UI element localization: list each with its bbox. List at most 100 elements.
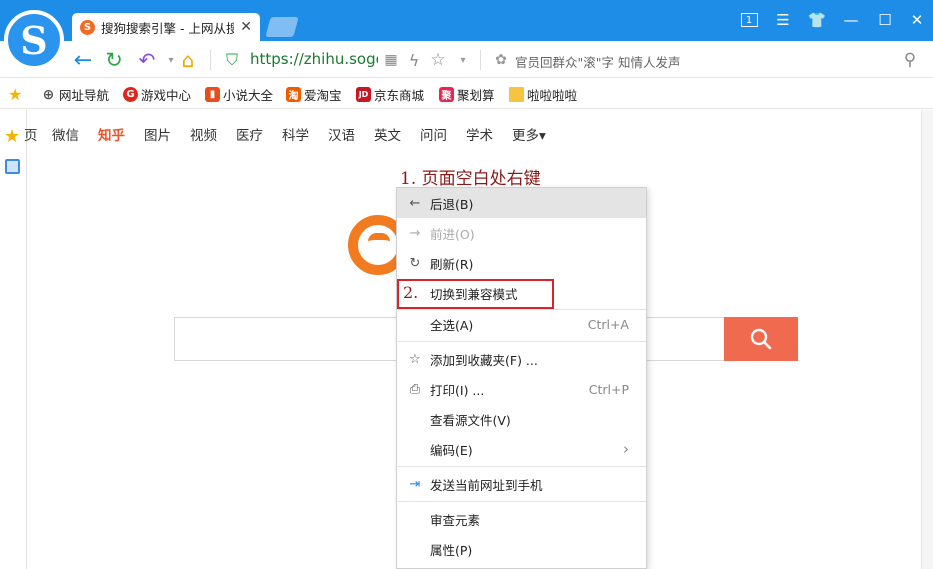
bookmark-item[interactable]: 啦啦啦啦 bbox=[509, 85, 577, 104]
bookmark-label: 游戏中心 bbox=[141, 88, 192, 103]
category-academic[interactable]: 学术 bbox=[466, 124, 493, 144]
menu-item-label: 打印(I) ... bbox=[430, 382, 485, 398]
menu-item-label: 查看源文件(V) bbox=[430, 412, 511, 428]
folder-icon bbox=[509, 87, 524, 102]
category-more[interactable]: 更多▾ bbox=[512, 124, 546, 144]
menu-item-label: 编码(E) bbox=[430, 442, 473, 458]
sogou-browser-logo: S bbox=[4, 10, 64, 70]
bookmarks-star-icon[interactable]: ★ bbox=[8, 85, 22, 104]
menu-item-encoding[interactable]: 编码(E) › bbox=[397, 434, 646, 464]
send-phone-icon: ⇥ bbox=[409, 476, 421, 492]
category-images[interactable]: 图片 bbox=[144, 124, 171, 144]
menu-shortcut: Ctrl+P bbox=[588, 381, 629, 397]
category-video[interactable]: 视频 bbox=[190, 124, 217, 144]
menu-item-label: 属性(P) bbox=[430, 542, 473, 558]
category-english[interactable]: 英文 bbox=[374, 124, 401, 144]
close-tab-icon[interactable]: ✕ bbox=[240, 19, 252, 35]
search-hint-text[interactable]: 官员回群众"滚"字 知情人发声 bbox=[515, 52, 680, 71]
new-tab-button[interactable] bbox=[265, 17, 299, 37]
search-icon[interactable]: ⚲ bbox=[899, 49, 921, 71]
search-button[interactable] bbox=[724, 317, 798, 361]
bookmark-star-icon[interactable]: ☆ bbox=[427, 49, 449, 71]
undo-close-icon[interactable]: ↶ bbox=[136, 48, 158, 72]
bookmark-item[interactable]: G 游戏中心 bbox=[123, 85, 191, 104]
sogou-favicon-icon: S bbox=[80, 19, 95, 35]
divider bbox=[210, 50, 211, 70]
menu-item-forward[interactable]: → 前进(O) bbox=[397, 218, 646, 248]
step2-annotation: 2. bbox=[403, 283, 419, 302]
browser-tab[interactable]: S 搜狗搜索引擎 - 上网从搜狗开始 ✕ bbox=[72, 13, 260, 41]
menu-item-label: 后退(B) bbox=[430, 196, 474, 212]
menu-item-label: 全选(A) bbox=[430, 317, 474, 333]
bookmark-item[interactable]: ⊕ 网址导航 bbox=[41, 85, 109, 104]
game-icon: G bbox=[123, 87, 138, 102]
category-science[interactable]: 科学 bbox=[282, 124, 309, 144]
menu-item-send-to-phone[interactable]: ⇥ 发送当前网址到手机 bbox=[397, 469, 646, 499]
menu-item-refresh[interactable]: ↻ 刷新(R) bbox=[397, 248, 646, 278]
bookmark-item[interactable]: JD 京东商城 bbox=[356, 85, 424, 104]
news-paw-icon: ✿ bbox=[495, 52, 507, 68]
bookmark-item[interactable]: 淘 爱淘宝 bbox=[286, 85, 342, 104]
menu-item-properties[interactable]: 属性(P) bbox=[397, 534, 646, 564]
menu-item-label: 添加到收藏夹(F) ... bbox=[430, 352, 538, 368]
menu-separator bbox=[397, 501, 646, 502]
menu-item-label: 审查元素 bbox=[430, 512, 481, 528]
category-wechat[interactable]: 微信 bbox=[52, 124, 79, 144]
tab-count-icon[interactable]: 1 bbox=[738, 9, 760, 31]
menu-item-inspect[interactable]: 审查元素 bbox=[397, 504, 646, 534]
close-window-icon[interactable]: ✕ bbox=[906, 9, 928, 31]
maximize-icon[interactable]: ☐ bbox=[874, 9, 896, 31]
globe-icon: ⊕ bbox=[42, 86, 55, 103]
category-zhihu[interactable]: 知乎 bbox=[98, 124, 125, 144]
divider bbox=[480, 50, 481, 70]
category-web[interactable]: 页 bbox=[24, 124, 38, 144]
arrow-right-icon: → bbox=[409, 225, 421, 241]
bookmark-label: 京东商城 bbox=[374, 88, 425, 103]
home-icon[interactable]: ⌂ bbox=[177, 48, 199, 72]
category-wenwen[interactable]: 问问 bbox=[420, 124, 447, 144]
juhuasuan-icon: 聚 bbox=[439, 87, 454, 102]
menu-item-label: 发送当前网址到手机 bbox=[430, 477, 543, 493]
category-medical[interactable]: 医疗 bbox=[236, 124, 263, 144]
bookmark-item[interactable]: 聚 聚划算 bbox=[439, 85, 495, 104]
reader-icon[interactable] bbox=[5, 159, 20, 174]
menu-item-print[interactable]: ⎙ 打印(I) ... Ctrl+P bbox=[397, 374, 646, 404]
step2-highlight-box bbox=[397, 279, 554, 309]
title-bar: S 搜狗搜索引擎 - 上网从搜狗开始 ✕ 1 ☰ 👕 — ☐ ✕ bbox=[0, 0, 933, 41]
vertical-scrollbar[interactable] bbox=[921, 110, 933, 569]
refresh-icon: ↻ bbox=[409, 255, 421, 271]
lightning-icon[interactable]: ϟ bbox=[403, 49, 425, 71]
navigation-bar: ← ↻ ↶ ▾ ⌂ ⛉ https://zhihu.sogou ▦ ϟ ☆ ▾ … bbox=[0, 41, 933, 78]
menu-separator bbox=[397, 466, 646, 467]
address-dropdown-icon[interactable]: ▾ bbox=[452, 49, 474, 71]
back-icon[interactable]: ← bbox=[72, 48, 94, 73]
bookmark-label: 小说大全 bbox=[223, 88, 274, 103]
printer-icon: ⎙ bbox=[409, 381, 421, 397]
arrow-left-icon: ← bbox=[409, 195, 421, 211]
favorites-star-icon[interactable]: ★ bbox=[4, 126, 20, 147]
menu-item-add-favorite[interactable]: ☆ 添加到收藏夹(F) ... bbox=[397, 344, 646, 374]
search-icon bbox=[750, 328, 772, 350]
bookmark-item[interactable]: ▮ 小说大全 bbox=[205, 85, 273, 104]
bookmark-label: 啦啦啦啦 bbox=[527, 88, 578, 103]
refresh-icon[interactable]: ↻ bbox=[103, 48, 125, 72]
menu-item-label: 刷新(R) bbox=[430, 256, 474, 272]
sidebar: ★ bbox=[0, 110, 27, 569]
bookmarks-bar: ★ ⊕ 网址导航 G 游戏中心 ▮ 小说大全 淘 爱淘宝 JD 京东商城 聚 聚… bbox=[0, 79, 933, 109]
step1-annotation: 1. 页面空白处右键 bbox=[400, 169, 541, 189]
star-outline-icon: ☆ bbox=[409, 351, 421, 367]
menu-item-select-all[interactable]: 全选(A) Ctrl+A bbox=[397, 309, 646, 339]
bookmark-label: 爱淘宝 bbox=[304, 88, 342, 103]
menu-icon[interactable]: ☰ bbox=[772, 9, 794, 31]
tab-title: 搜狗搜索引擎 - 上网从搜狗开始 bbox=[101, 20, 235, 36]
address-input[interactable]: https://zhihu.sogou bbox=[250, 50, 378, 68]
skin-shirt-icon[interactable]: 👕 bbox=[806, 9, 828, 31]
secure-shield-icon[interactable]: ⛉ bbox=[221, 49, 243, 71]
menu-item-back[interactable]: ← 后退(B) bbox=[397, 188, 646, 218]
taobao-icon: 淘 bbox=[286, 87, 301, 102]
category-chinese[interactable]: 汉语 bbox=[328, 124, 355, 144]
menu-item-view-source[interactable]: 查看源文件(V) bbox=[397, 404, 646, 434]
jd-icon: JD bbox=[356, 87, 371, 102]
qrcode-icon[interactable]: ▦ bbox=[380, 49, 402, 71]
minimize-icon[interactable]: — bbox=[840, 9, 862, 31]
